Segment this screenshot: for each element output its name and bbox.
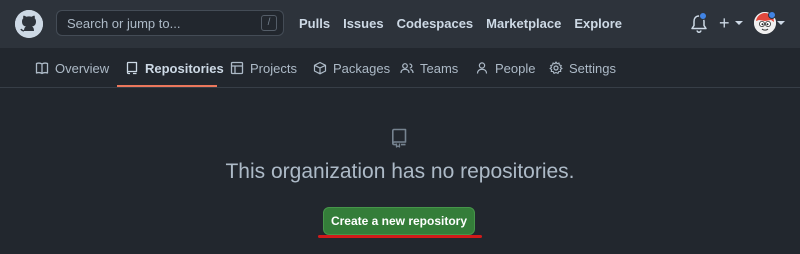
search-placeholder: Search or jump to... — [67, 16, 181, 31]
tab-repositories[interactable]: Repositories — [125, 48, 224, 88]
tab-settings[interactable]: Settings — [549, 48, 616, 88]
tab-label: People — [495, 60, 536, 76]
nav-link-explore[interactable]: Explore — [574, 16, 622, 31]
notification-indicator — [699, 12, 707, 20]
nav-link-issues[interactable]: Issues — [343, 16, 383, 31]
search-shortcut-hint: / — [261, 15, 277, 31]
repo-icon — [126, 61, 138, 75]
empty-state-title: This organization has no repositories. — [225, 160, 575, 183]
nav-link-pulls[interactable]: Pulls — [299, 16, 330, 31]
table-icon — [230, 61, 244, 75]
repo-icon — [390, 128, 408, 148]
tab-label: Repositories — [145, 60, 224, 76]
package-icon — [313, 61, 327, 75]
plus-icon[interactable]: + — [719, 13, 730, 33]
global-header: Search or jump to... / Pulls Issues Code… — [0, 0, 800, 48]
tab-teams[interactable]: Teams — [400, 48, 458, 88]
book-icon — [35, 62, 49, 75]
tab-projects[interactable]: Projects — [230, 48, 297, 88]
tab-label: Packages — [333, 60, 391, 76]
avatar-status-indicator — [768, 11, 776, 19]
tab-label: Settings — [569, 60, 616, 76]
chevron-down-icon[interactable] — [735, 21, 743, 25]
person-icon — [476, 62, 488, 74]
gear-icon — [549, 61, 563, 74]
tab-overview[interactable]: Overview — [35, 48, 109, 88]
active-tab-indicator — [117, 85, 217, 87]
people-icon — [400, 63, 414, 74]
tab-label: Projects — [250, 60, 297, 76]
tab-label: Overview — [55, 60, 110, 76]
nav-link-codespaces[interactable]: Codespaces — [397, 16, 474, 31]
chevron-down-icon[interactable] — [777, 21, 785, 25]
annotation-underline — [318, 235, 482, 238]
tab-people[interactable]: People — [475, 48, 535, 88]
tab-label: Teams — [420, 60, 459, 76]
nav-link-marketplace[interactable]: Marketplace — [486, 16, 561, 31]
tab-packages[interactable]: Packages — [313, 48, 390, 88]
search-input[interactable]: Search or jump to... / — [56, 10, 284, 36]
global-nav: Pulls Issues Codespaces Marketplace Expl… — [299, 16, 622, 31]
github-logo-icon[interactable] — [15, 10, 43, 38]
create-repository-button[interactable]: Create a new repository — [323, 207, 475, 235]
org-nav: Overview Repositories Projects Packages … — [0, 48, 800, 88]
